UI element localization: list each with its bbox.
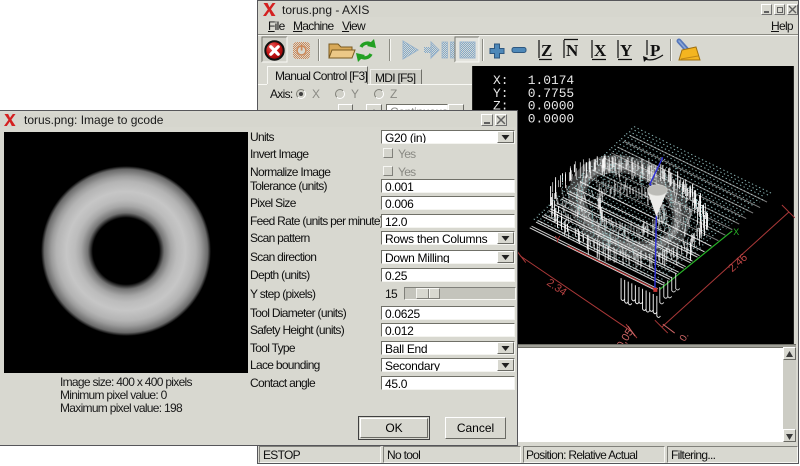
svg-text:Y: Y bbox=[555, 235, 561, 245]
svg-text:X: X bbox=[594, 41, 607, 60]
svg-text:N: N bbox=[566, 41, 579, 60]
svg-text:P: P bbox=[650, 41, 660, 60]
svg-text:Z: Z bbox=[541, 41, 552, 60]
svg-text:Y: Y bbox=[620, 41, 632, 60]
svg-text:0.0000: 0.0000 bbox=[528, 112, 574, 127]
svg-text:X: X bbox=[733, 227, 739, 237]
